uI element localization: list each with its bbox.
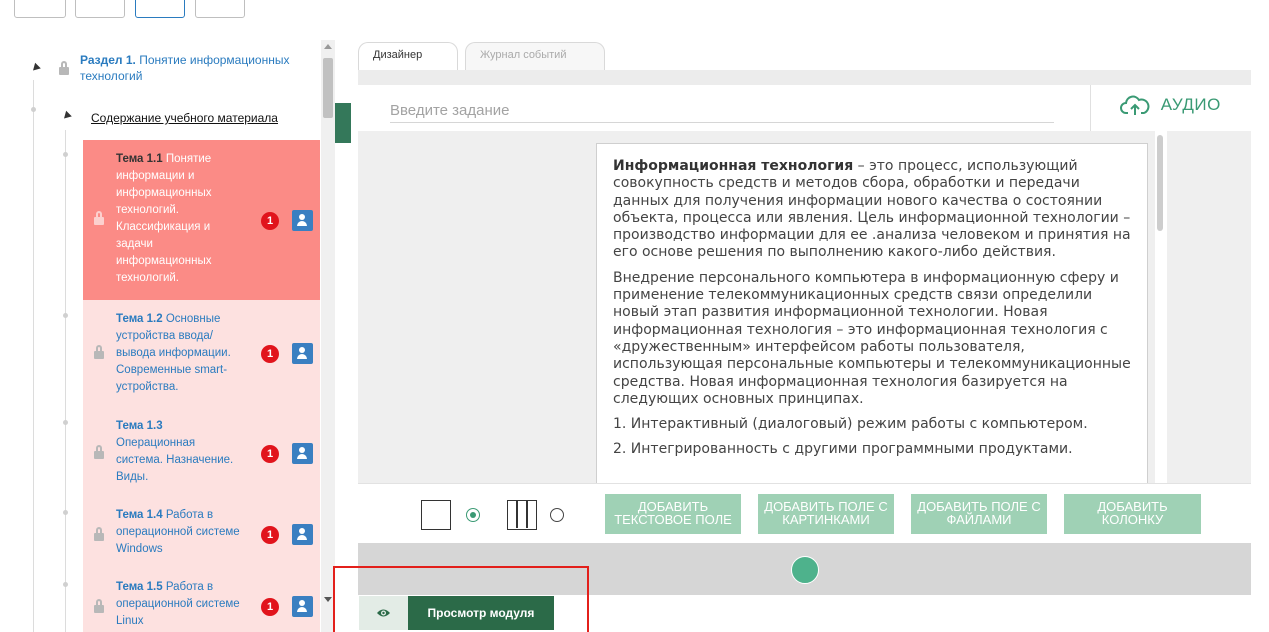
toolbar-button[interactable]	[75, 0, 125, 18]
toolbar-button[interactable]	[135, 0, 185, 18]
three-column-layout-icon[interactable]	[507, 500, 537, 530]
paragraph: Информационная технология – это процесс,…	[613, 158, 1131, 261]
topic-item-1-4[interactable]: Тема 1.4 Работа в операционной системе Win…	[83, 494, 320, 566]
lock-icon	[94, 599, 104, 614]
course-tree: Раздел 1. Понятие информационных техноло…	[18, 40, 340, 632]
user-icon[interactable]	[292, 524, 313, 545]
add-text-field-button[interactable]: ДОБАВИТЬ ТЕКСТОВОЕ ПОЛЕ	[605, 494, 741, 534]
topic-label: Тема 1.2 Основные устройства ввода/вывода…	[116, 313, 231, 393]
cloud-upload-icon	[1120, 95, 1150, 115]
scroll-down-icon[interactable]	[324, 597, 332, 602]
tree-scrollbar[interactable]	[321, 40, 335, 632]
notification-badge: 1	[261, 526, 279, 544]
toolbar-button[interactable]	[195, 0, 245, 18]
user-icon[interactable]	[292, 443, 313, 464]
preview-module-button[interactable]: Просмотр модуля	[359, 596, 554, 630]
collapse-triangle-icon[interactable]	[30, 62, 41, 74]
topic-label: Тема 1.3 Операционная система. Назначение.…	[116, 420, 234, 483]
add-image-field-button[interactable]: ДОБАВИТЬ ПОЛЕ С КАРТИНКАМИ	[758, 494, 894, 534]
notification-badge: 1	[261, 212, 279, 230]
notification-badge: 1	[261, 345, 279, 363]
scroll-thumb[interactable]	[1157, 135, 1163, 231]
eye-icon	[359, 596, 408, 630]
user-icon[interactable]	[292, 596, 313, 617]
scroll-up-icon[interactable]	[324, 44, 332, 49]
user-icon[interactable]	[292, 343, 313, 364]
topic-label: Тема 1.4 Работа в операционной системе Win…	[116, 509, 240, 555]
editor-area: АУДИО Информационная технология – это пр…	[358, 70, 1251, 595]
lock-icon	[94, 527, 104, 542]
toolbar-button[interactable]	[14, 0, 66, 18]
tab-events-log[interactable]: Журнал событий	[465, 42, 605, 70]
lock-icon	[94, 445, 104, 460]
panel-toggle-tab[interactable]	[335, 103, 351, 143]
paragraph: Внедрение персонального компьютера в инф…	[613, 269, 1131, 407]
layout-radio-single[interactable]	[466, 508, 480, 522]
layout-radio-columns[interactable]	[550, 508, 564, 522]
collapse-triangle-icon[interactable]	[61, 110, 72, 122]
add-column-button[interactable]: ДОБАВИТЬ КОЛОНКУ	[1064, 494, 1201, 534]
topic-item-1-3[interactable]: Тема 1.3 Операционная система. Назначение.…	[83, 402, 320, 494]
topic-label: Тема 1.5 Работа в операционной системе Lin…	[116, 581, 240, 627]
content-canvas: Информационная технология – это процесс,…	[358, 131, 1251, 488]
user-icon[interactable]	[292, 210, 313, 231]
section-title[interactable]: Раздел 1. Понятие информационных техноло…	[80, 52, 310, 84]
scroll-thumb[interactable]	[323, 58, 333, 118]
notification-badge: 1	[261, 598, 279, 616]
topic-item-1-5[interactable]: Тема 1.5 Работа в операционной системе Lin…	[83, 566, 320, 632]
list-item: 2. Интегрированность с другими программн…	[613, 441, 1073, 458]
list-item: 1. Интерактивный (диалоговый) режим рабо…	[613, 416, 1088, 433]
app-root: Раздел 1. Понятие информационных техноло…	[0, 0, 1269, 632]
audio-button[interactable]: АУДИО	[1120, 94, 1221, 122]
task-row: АУДИО	[358, 85, 1251, 131]
layout-controls: ДОБАВИТЬ ТЕКСТОВОЕ ПОЛЕ ДОБАВИТЬ ПОЛЕ С …	[358, 483, 1251, 543]
text-block[interactable]: Информационная технология – это процесс,…	[596, 143, 1148, 488]
notification-badge: 1	[261, 445, 279, 463]
topic-label: Тема 1.1 Понятие информации и информационн…	[116, 153, 212, 284]
tab-designer[interactable]: Дизайнер	[358, 42, 458, 70]
lock-icon	[94, 211, 104, 226]
drag-handle[interactable]	[791, 556, 819, 584]
add-file-field-button[interactable]: ДОБАВИТЬ ПОЛЕ С ФАЙЛАМИ	[911, 494, 1047, 534]
topic-item-1-1[interactable]: Тема 1.1 Понятие информации и информационн…	[83, 140, 320, 300]
task-input[interactable]	[390, 99, 1054, 123]
subsection-link[interactable]: Содержание учебного материала	[91, 111, 278, 125]
single-column-layout-icon[interactable]	[421, 500, 451, 530]
lock-icon	[94, 345, 104, 360]
lock-icon	[59, 61, 69, 76]
preview-label: Просмотр модуля	[408, 596, 554, 630]
topic-item-1-2[interactable]: Тема 1.2 Основные устройства ввода/вывода…	[83, 300, 320, 402]
canvas-scrollbar[interactable]	[1155, 131, 1167, 483]
